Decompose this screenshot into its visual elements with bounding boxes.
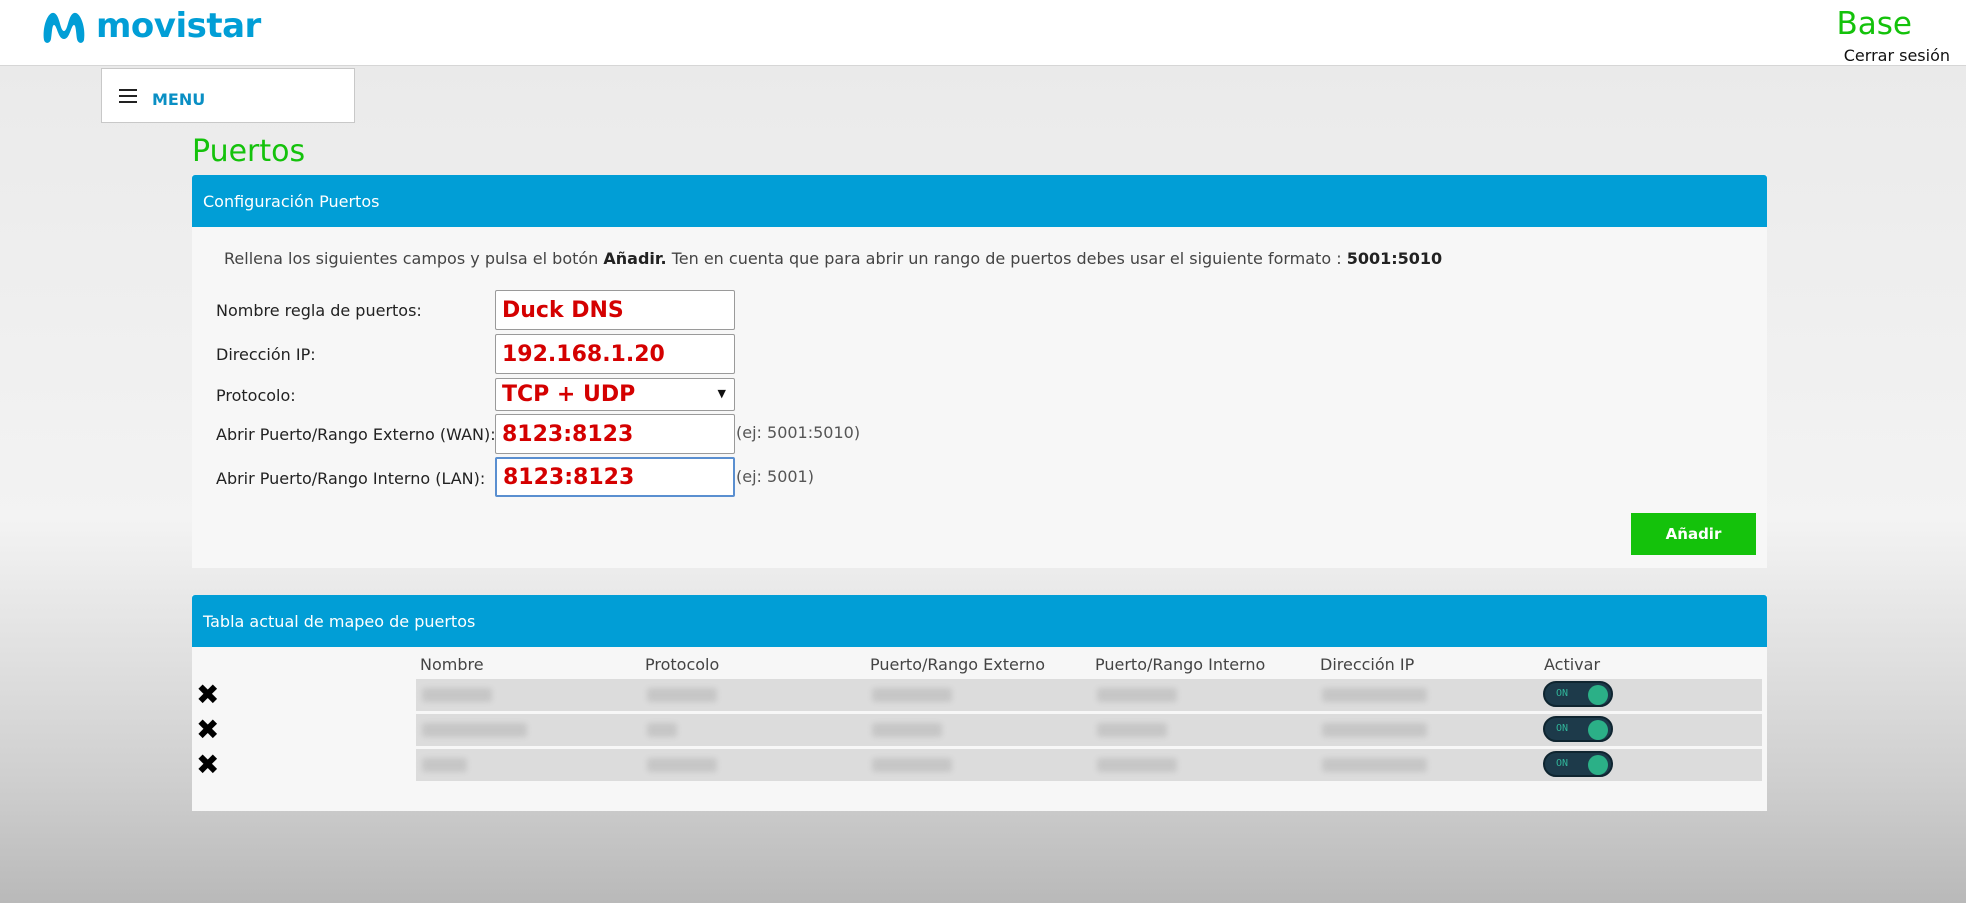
logout-link[interactable]: Cerrar sesión [1844,46,1950,65]
redacted-cell [872,688,952,702]
instructions-text: Rellena los siguientes campos y pulsa el… [224,249,1442,268]
toggle-knob [1588,685,1608,705]
delete-icon[interactable]: ✖ [196,714,219,746]
redacted-cell [1097,758,1177,772]
column-header: Puerto/Rango Externo [870,655,1046,674]
column-header: Puerto/Rango Interno [1095,655,1266,674]
toggle-knob [1588,720,1608,740]
port-config-panel: Configuración Puertos Rellena los siguie… [192,175,1767,568]
port-mapping-header: Tabla actual de mapeo de puertos [192,595,1767,647]
rule-name-row: Nombre regla de puertos: Duck DNS [192,290,1092,330]
ip-address-input[interactable]: 192.168.1.20 [495,334,735,374]
redacted-cell [1322,723,1427,737]
top-bar: movistar Base Cerrar sesión [0,0,1966,66]
brand-name: movistar [96,6,261,46]
column-header: Dirección IP [1320,655,1415,674]
toggle-knob [1588,755,1608,775]
port-config-header: Configuración Puertos [192,175,1767,227]
movistar-m-icon [43,12,85,43]
rule-name-input[interactable]: Duck DNS [495,290,735,330]
redacted-cell [647,688,717,702]
wan-port-hint: (ej: 5001:5010) [736,423,861,442]
redacted-cell [1322,758,1427,772]
redacted-cell [1322,688,1427,702]
table-row: ✖ ON [192,749,1767,781]
redacted-cell [422,688,492,702]
instructions-part: Rellena los siguientes campos y pulsa el… [224,249,604,268]
dropdown-arrow-icon: ▼ [717,387,726,400]
wan-port-label: Abrir Puerto/Rango Externo (WAN): [216,425,496,444]
lan-port-input[interactable]: 8123:8123 [495,457,735,497]
lan-port-hint: (ej: 5001) [736,467,814,486]
column-header: Activar [1544,655,1601,674]
protocol-value: TCP + UDP [502,382,636,407]
activate-toggle[interactable]: ON [1543,681,1613,707]
table-row: ✖ ON [192,714,1767,746]
redacted-cell [872,723,942,737]
activate-toggle[interactable]: ON [1543,751,1613,777]
redacted-cell [422,723,527,737]
ip-address-label: Dirección IP: [216,345,316,364]
add-button[interactable]: Añadir [1631,513,1756,555]
wan-port-row: Abrir Puerto/Rango Externo (WAN): 8123:8… [192,414,1092,454]
menu-label: MENU [152,90,206,109]
lan-port-row: Abrir Puerto/Rango Interno (LAN): 8123:8… [192,457,1092,497]
ip-address-row: Dirección IP: 192.168.1.20 [192,334,1092,374]
toggle-label: ON [1556,758,1569,769]
protocol-label: Protocolo: [216,386,296,405]
delete-icon[interactable]: ✖ [196,679,219,711]
column-header: Protocolo [645,655,720,674]
menu-button[interactable]: MENU [101,68,355,123]
lan-port-label: Abrir Puerto/Rango Interno (LAN): [216,469,486,488]
hamburger-icon [119,88,137,103]
rule-name-label: Nombre regla de puertos: [216,301,422,320]
page-title: Puertos [192,134,306,169]
table-row: ✖ ON [192,679,1767,711]
redacted-cell [422,758,467,772]
column-header: Nombre [420,655,484,674]
router-title: Base [1836,6,1913,42]
delete-icon[interactable]: ✖ [196,749,219,781]
wan-port-input[interactable]: 8123:8123 [495,414,735,454]
toggle-label: ON [1556,723,1569,734]
redacted-cell [872,758,952,772]
redacted-cell [1097,688,1177,702]
redacted-cell [647,758,717,772]
instructions-add-word: Añadir. [603,249,667,268]
redacted-cell [1097,723,1167,737]
instructions-part: Ten en cuenta que para abrir un rango de… [666,249,1347,268]
protocol-select[interactable]: TCP + UDP ▼ [495,378,735,411]
port-mapping-panel: Tabla actual de mapeo de puertos Nombre … [192,595,1767,811]
activate-toggle[interactable]: ON [1543,716,1613,742]
instructions-format: 5001:5010 [1346,249,1443,268]
table-header: Nombre Protocolo Puerto/Rango Externo Pu… [192,655,1767,675]
toggle-label: ON [1556,688,1569,699]
protocol-row: Protocolo: TCP + UDP ▼ [192,378,1092,418]
redacted-cell [647,723,677,737]
movistar-logo[interactable]: movistar [40,6,261,46]
